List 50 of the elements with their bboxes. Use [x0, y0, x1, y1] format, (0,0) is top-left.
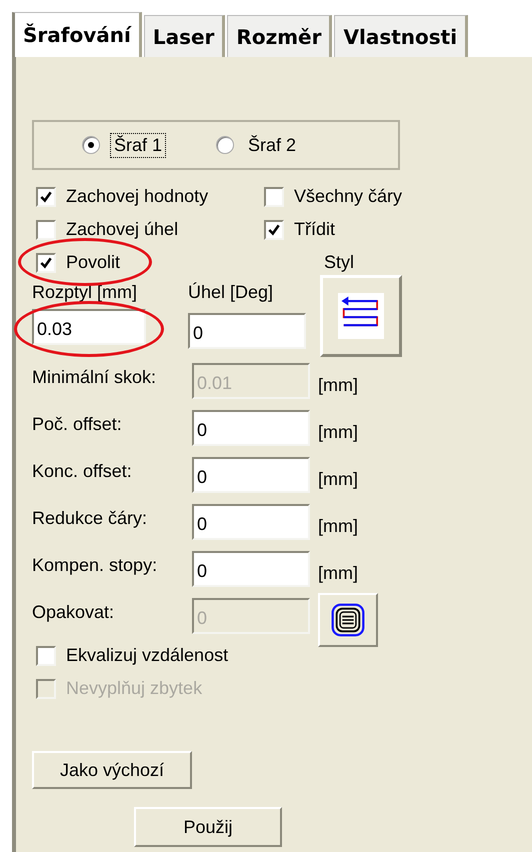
checkbox-label: Nevyplňuj zbytek [66, 678, 202, 699]
push-button[interactable]: Jako výchozí [32, 751, 192, 789]
input-field[interactable]: 0 [192, 457, 310, 493]
checkbox-label: Zachovej úhel [66, 219, 178, 240]
input-field[interactable]: 0 [192, 410, 310, 446]
checkbox[interactable] [36, 220, 56, 240]
input-field[interactable]: 0 [192, 504, 310, 540]
radio-button[interactable] [82, 136, 100, 154]
radio-button[interactable] [216, 136, 234, 154]
tab[interactable]: Šrafování [12, 12, 142, 57]
checkbox[interactable] [264, 186, 284, 206]
checkbox[interactable] [36, 252, 56, 272]
unit-label: [mm] [318, 374, 359, 396]
input-field[interactable]: 0 [188, 313, 306, 349]
tab[interactable]: Laser [144, 15, 226, 57]
check-icon [267, 222, 281, 236]
checkbox[interactable] [36, 186, 56, 206]
hatch-lines-icon [338, 293, 384, 339]
field-label: Rozptyl [mm] [32, 282, 138, 302]
checkbox[interactable] [264, 220, 284, 240]
checkbox-label: Povolit [66, 252, 120, 273]
unit-label: [mm] [318, 515, 359, 537]
icon-button[interactable] [318, 593, 378, 647]
field-label: Minimální skok: [32, 366, 158, 388]
checkbox-label: Třídit [294, 219, 336, 240]
field-label: Poč. offset: [32, 413, 123, 435]
unit-label: [mm] [318, 468, 359, 490]
checkbox-label: Všechny čáry [294, 186, 402, 207]
radio-label: Šraf 1 [110, 132, 166, 158]
push-button[interactable]: Použij [134, 807, 282, 847]
checkbox[interactable] [36, 646, 56, 666]
unit-label: [mm] [318, 562, 359, 584]
checkbox-label: Zachovej hodnoty [66, 186, 208, 207]
style-label: Styl [324, 252, 354, 273]
radio-label: Šraf 2 [247, 134, 298, 156]
tab[interactable]: Rozměr [227, 15, 332, 57]
field-label: Úhel [Deg] [188, 282, 274, 302]
style-button[interactable] [320, 275, 402, 357]
input-field[interactable]: 0.03 [32, 309, 146, 345]
list-icon [331, 603, 365, 637]
check-icon [39, 190, 53, 204]
check-icon [39, 256, 53, 270]
field-label: Konc. offset: [32, 460, 133, 482]
field-label: Opakovat: [32, 601, 116, 623]
field-label: Kompen. stopy: [32, 554, 158, 576]
field-label: Redukce čáry: [32, 507, 148, 529]
input-field[interactable]: 0 [192, 551, 310, 587]
tab[interactable]: Vlastnosti [334, 15, 468, 57]
checkbox-label: Ekvalizuj vzdálenost [66, 645, 228, 666]
unit-label: [mm] [318, 421, 359, 443]
